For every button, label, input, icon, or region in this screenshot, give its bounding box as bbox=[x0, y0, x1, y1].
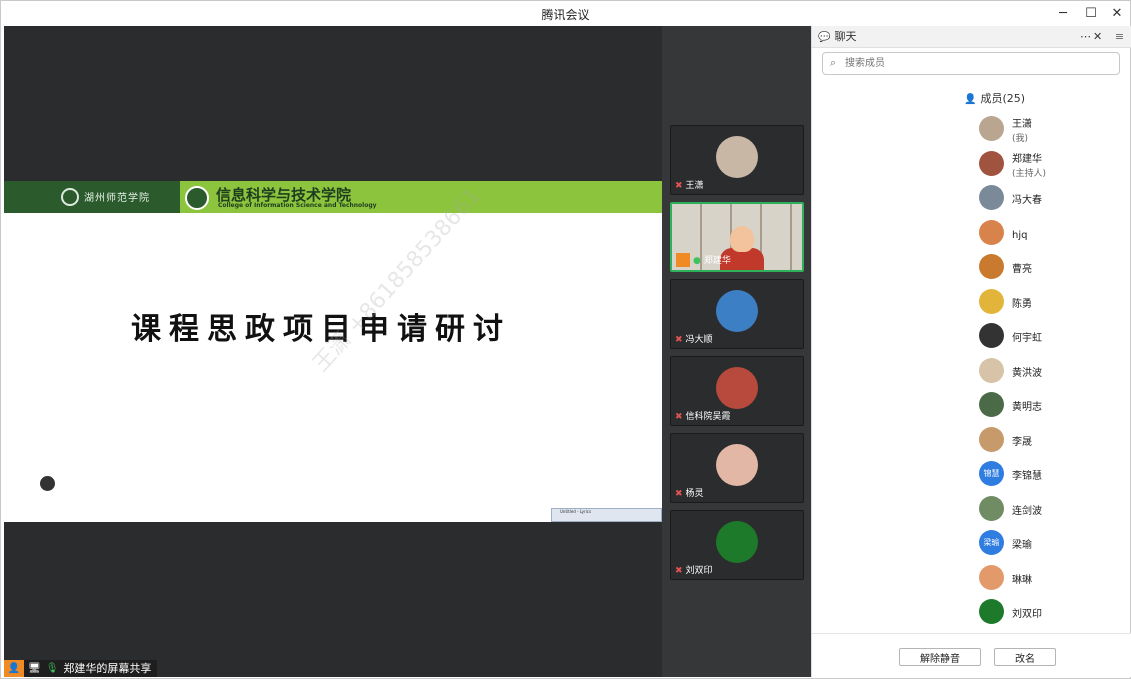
video-tile[interactable]: ✖ 刘双印 bbox=[670, 510, 804, 580]
mic-muted-icon: ✖ bbox=[675, 566, 683, 576]
screen-share-icon: 🖥 bbox=[28, 663, 41, 674]
tile-name: 王潇 bbox=[685, 181, 704, 191]
video-tile-column: ✖ 王潇 ● 郑建华 ✖ 冯大顺 ✖ 信科院吴霞 ✖ 杨灵 ✖ 刘双印 bbox=[662, 26, 811, 677]
shared-app-title: Untitled - Lyrics bbox=[560, 509, 592, 514]
tab-chat[interactable]: 💬 聊天 bbox=[812, 26, 958, 48]
share-label: 👤 🖥 🎙 郑建华的屏幕共享 bbox=[4, 660, 158, 677]
mic-icon: 🎙 bbox=[45, 663, 59, 674]
members-panel: 💬聊天 👤成员(25)王潇(我)✗■郑建华(主持人)▭●■冯大春●■hjq✗■曹… bbox=[811, 26, 1131, 677]
tile-name: 杨灵 bbox=[685, 489, 704, 499]
video-tile[interactable]: ✖ 冯大顺 bbox=[670, 279, 804, 349]
chat-icon: 💬 bbox=[818, 32, 831, 43]
mic-muted-icon: ✖ bbox=[675, 335, 683, 345]
shared-slide: 湖州师范学院 信息科学与技术学院 College of Information … bbox=[4, 181, 662, 522]
tile-name: 郑建华 bbox=[703, 255, 731, 266]
rename-button[interactable]: 改名 bbox=[994, 648, 1056, 666]
avatar bbox=[716, 367, 758, 409]
unmute-button[interactable]: 解除静音 bbox=[899, 648, 981, 666]
maximize-button[interactable]: ☐ bbox=[1078, 1, 1104, 26]
school-name: 湖州师范学院 bbox=[84, 193, 150, 204]
college-logo-icon bbox=[185, 186, 209, 210]
mic-muted-icon: ✖ bbox=[675, 412, 683, 422]
window-title: 腾讯会议 bbox=[541, 8, 590, 22]
search-icon: ⌕ bbox=[830, 56, 837, 69]
user-icon: 👤 bbox=[4, 660, 24, 677]
shared-app-toolbar: Untitled - Lyrics bbox=[551, 508, 662, 522]
search-input[interactable] bbox=[845, 55, 1105, 72]
more-options-icon[interactable]: ⋯ bbox=[1080, 26, 1091, 48]
tile-name: 冯大顺 bbox=[685, 335, 713, 345]
close-button[interactable]: ✕ bbox=[1104, 1, 1130, 26]
member-list bbox=[812, 88, 1131, 633]
avatar bbox=[716, 444, 758, 486]
video-tile-active[interactable]: ● 郑建华 bbox=[670, 202, 804, 272]
title-bar: 腾讯会议 ─ ☐ ✕ bbox=[1, 1, 1130, 26]
panel-menu-icon[interactable]: ≡ bbox=[1108, 26, 1131, 48]
avatar bbox=[716, 521, 758, 563]
panel-footer: 解除静音 改名 bbox=[812, 633, 1131, 677]
college-name-en: College of Information Science and Techn… bbox=[218, 202, 377, 209]
presenter-pointer-icon bbox=[40, 476, 55, 491]
minimize-button[interactable]: ─ bbox=[1050, 1, 1076, 26]
panel-tabs: 💬聊天 👤成员(25)王潇(我)✗■郑建华(主持人)▭●■冯大春●■hjq✗■曹… bbox=[812, 26, 1131, 633]
close-panel-icon[interactable]: ✕ bbox=[1093, 26, 1102, 48]
avatar bbox=[716, 136, 758, 178]
tile-name: 信科院吴霞 bbox=[685, 412, 731, 422]
tile-name: 刘双印 bbox=[685, 566, 713, 576]
user-icon bbox=[676, 253, 690, 267]
video-tile[interactable]: ✖ 王潇 bbox=[670, 125, 804, 195]
school-logo-icon bbox=[61, 188, 79, 206]
mic-on-icon: ● bbox=[693, 255, 701, 266]
share-label-text: 郑建华的屏幕共享 bbox=[63, 662, 152, 675]
video-tile[interactable]: ✖ 信科院吴霞 bbox=[670, 356, 804, 426]
screen-share-stage: 湖州师范学院 信息科学与技术学院 College of Information … bbox=[4, 26, 662, 677]
video-tile[interactable]: ✖ 杨灵 bbox=[670, 433, 804, 503]
mic-muted-icon: ✖ bbox=[675, 489, 683, 499]
mic-muted-icon: ✖ bbox=[675, 181, 683, 191]
meeting-window: 腾讯会议 ─ ☐ ✕ 湖州师范学院 信息科学与技术学院 College of I… bbox=[0, 0, 1131, 679]
avatar bbox=[716, 290, 758, 332]
member-search[interactable]: ⌕ bbox=[822, 52, 1120, 75]
